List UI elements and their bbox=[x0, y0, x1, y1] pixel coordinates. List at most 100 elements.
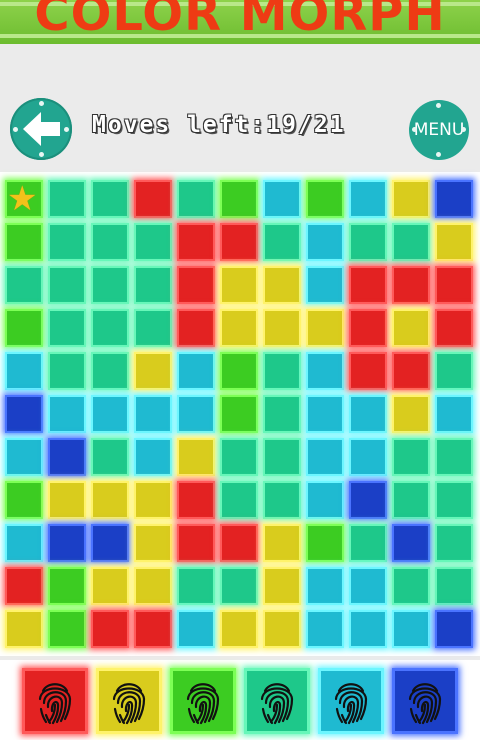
board-cell bbox=[5, 395, 43, 433]
fingerprint-icon bbox=[334, 683, 368, 725]
board-cell bbox=[306, 395, 344, 433]
board-cell bbox=[134, 395, 172, 433]
menu-button-label: MENU bbox=[413, 120, 465, 140]
board-cell bbox=[220, 438, 258, 476]
menu-button[interactable]: MENU bbox=[409, 100, 469, 160]
board-cell bbox=[220, 180, 258, 218]
menu-button-dot bbox=[412, 127, 417, 132]
board-cell bbox=[177, 567, 215, 605]
board-cell bbox=[177, 309, 215, 347]
board-cell bbox=[91, 524, 129, 562]
board-cell bbox=[306, 266, 344, 304]
board-cell bbox=[48, 438, 86, 476]
board-cell bbox=[263, 438, 301, 476]
board-cell bbox=[5, 567, 43, 605]
board-cell bbox=[177, 223, 215, 261]
fingerprint-icon bbox=[186, 683, 220, 725]
board-cell bbox=[392, 438, 430, 476]
board-cell bbox=[435, 223, 473, 261]
board-cell bbox=[263, 524, 301, 562]
board-cell bbox=[220, 352, 258, 390]
board-cell: ★ bbox=[5, 180, 43, 218]
board-cell bbox=[48, 610, 86, 648]
color-button[interactable] bbox=[392, 668, 458, 734]
board-cell bbox=[306, 352, 344, 390]
board-cell bbox=[435, 567, 473, 605]
board-cell bbox=[349, 180, 387, 218]
board-cell bbox=[220, 524, 258, 562]
board-cell bbox=[91, 395, 129, 433]
color-button[interactable] bbox=[318, 668, 384, 734]
board-cell bbox=[91, 610, 129, 648]
board-cell bbox=[134, 438, 172, 476]
board-cell bbox=[306, 481, 344, 519]
board-cell bbox=[5, 610, 43, 648]
board-cell bbox=[220, 223, 258, 261]
board-cell bbox=[48, 567, 86, 605]
board-cell bbox=[263, 266, 301, 304]
board-cell bbox=[177, 395, 215, 433]
board-cell bbox=[349, 395, 387, 433]
board-cell bbox=[263, 223, 301, 261]
board-cell bbox=[306, 524, 344, 562]
board-cell bbox=[91, 352, 129, 390]
board-cell bbox=[435, 309, 473, 347]
color-palette bbox=[0, 660, 480, 740]
fingerprint-icon bbox=[260, 683, 294, 725]
board-cell bbox=[263, 481, 301, 519]
board-cell bbox=[263, 567, 301, 605]
board-cell bbox=[48, 524, 86, 562]
board-cell bbox=[349, 352, 387, 390]
board-cell bbox=[5, 266, 43, 304]
board-cell bbox=[91, 180, 129, 218]
board-cell bbox=[91, 481, 129, 519]
board-cell bbox=[349, 567, 387, 605]
board-cell bbox=[91, 438, 129, 476]
board-cell bbox=[306, 438, 344, 476]
board-cell bbox=[306, 567, 344, 605]
board-cell bbox=[5, 223, 43, 261]
board-cell bbox=[435, 481, 473, 519]
board-cell bbox=[435, 610, 473, 648]
board-cell bbox=[48, 481, 86, 519]
board-cell bbox=[177, 180, 215, 218]
board-cell bbox=[392, 567, 430, 605]
board-cell bbox=[220, 481, 258, 519]
board-cell bbox=[134, 309, 172, 347]
color-button[interactable] bbox=[22, 668, 88, 734]
back-button[interactable] bbox=[10, 98, 72, 160]
board-cell bbox=[392, 481, 430, 519]
board-cell bbox=[177, 610, 215, 648]
board-cell bbox=[134, 352, 172, 390]
board-cell bbox=[306, 309, 344, 347]
board-cell bbox=[263, 180, 301, 218]
board-cell bbox=[5, 309, 43, 347]
board-cell bbox=[263, 610, 301, 648]
board-cell bbox=[349, 438, 387, 476]
board-cell bbox=[5, 438, 43, 476]
color-button[interactable] bbox=[244, 668, 310, 734]
board-cell bbox=[349, 481, 387, 519]
board-cell bbox=[435, 266, 473, 304]
board-cell bbox=[134, 180, 172, 218]
board-cell bbox=[349, 524, 387, 562]
game-title: COLOR MORPH bbox=[34, 0, 446, 42]
menu-button-dot bbox=[461, 127, 466, 132]
color-button[interactable] bbox=[170, 668, 236, 734]
board-cell bbox=[5, 524, 43, 562]
board-cell bbox=[177, 266, 215, 304]
board-cell bbox=[91, 567, 129, 605]
board-cell bbox=[48, 395, 86, 433]
board-cell bbox=[48, 309, 86, 347]
board-cell bbox=[220, 567, 258, 605]
star-icon: ★ bbox=[7, 179, 38, 219]
color-button[interactable] bbox=[96, 668, 162, 734]
board-cell bbox=[177, 524, 215, 562]
fingerprint-icon bbox=[38, 683, 72, 725]
board-cell bbox=[5, 352, 43, 390]
board-cell bbox=[392, 524, 430, 562]
board-cell bbox=[435, 352, 473, 390]
board-cell bbox=[306, 610, 344, 648]
board-cell bbox=[263, 395, 301, 433]
board-cell bbox=[392, 610, 430, 648]
